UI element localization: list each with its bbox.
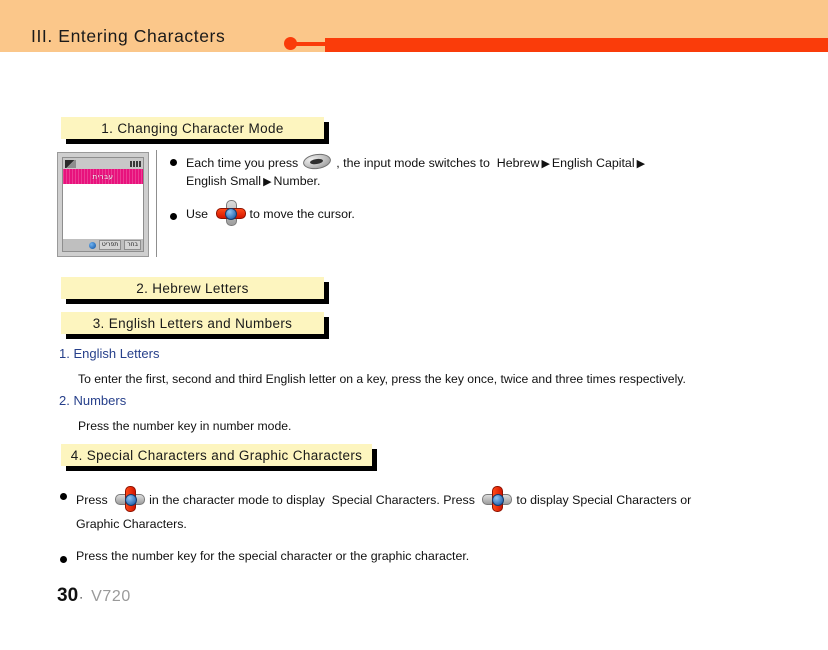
- key-button-icon: [302, 152, 333, 171]
- subheading-english-letters: 1. English Letters: [59, 346, 160, 361]
- header-accent-rule: [325, 38, 828, 52]
- bullet-tail-text: .: [316, 174, 321, 188]
- bullet-text: Use to move the cursor.: [186, 200, 355, 226]
- phone-softkey-bar: תפריט בחר: [63, 239, 143, 251]
- phone-softkey-left: תפריט: [98, 240, 122, 250]
- bullet-text-line2: Graphic Characters.: [76, 517, 187, 531]
- input-mode-hebrew: Hebrew: [496, 156, 540, 170]
- phone-status-bar: [63, 158, 143, 169]
- signal-icon: [65, 159, 76, 168]
- figure-divider: [156, 150, 157, 257]
- dpad-center-button: [491, 493, 504, 506]
- bullet-dot-icon: [60, 556, 67, 563]
- bullet-lead-text: Each time you press: [186, 156, 299, 170]
- section-header-label: 2. Hebrew Letters: [136, 280, 249, 296]
- bullet-after-target-text: . Press: [436, 493, 475, 507]
- footer-model-name: V720: [91, 588, 131, 605]
- bullet-text: Each time you press , the input mode swit…: [186, 152, 647, 175]
- paragraph-english-letters: To enter the first, second and third Eng…: [78, 372, 686, 386]
- footer-page-number: 30: [57, 585, 79, 606]
- header-accent-connector: [291, 41, 331, 46]
- page-footer: 30 · V720: [57, 585, 131, 607]
- phone-title-bar-label: עברית: [92, 172, 114, 181]
- arrow-right-icon: ▶: [636, 158, 646, 170]
- bullet-text: Press in the character mode to display S…: [76, 486, 691, 512]
- navigation-key-icon: [215, 200, 246, 226]
- bullet-dot-icon: [170, 213, 177, 220]
- arrow-right-icon: ▶: [263, 176, 272, 188]
- phone-title-bar: עברית: [63, 169, 143, 184]
- bullet-tail-text: to display Special Characters or: [516, 493, 692, 507]
- dpad-center-button: [225, 207, 237, 220]
- header-accent-dot-icon: [284, 37, 297, 50]
- arrow-right-icon: ▶: [541, 158, 550, 170]
- section-header-changing-character-mode: 1. Changing Character Mode: [61, 117, 324, 139]
- bullet-lead-text: Press: [76, 493, 108, 507]
- bullet-item-special-characters: Press in the character mode to display S…: [60, 486, 800, 512]
- bullet-dot-icon: [60, 493, 67, 500]
- bullet-mid-text: in the character mode to display: [149, 493, 325, 507]
- input-mode-english-small: English Small: [186, 174, 262, 188]
- bullet-lead-text: Use: [186, 207, 209, 221]
- section-header-special-graphic-characters: 4. Special Characters and Graphic Charac…: [61, 444, 372, 466]
- section-header-english-letters-numbers: 3. English Letters and Numbers: [61, 312, 324, 334]
- footer-separator: ·: [79, 590, 84, 604]
- battery-icon: [130, 160, 141, 167]
- bullet-dot-icon: [170, 159, 177, 166]
- input-mode-number: Number: [273, 174, 317, 188]
- subheading-numbers: 2. Numbers: [59, 393, 127, 408]
- bullet-item-number-key: Press the number key for the special cha…: [60, 545, 660, 567]
- bullet-text-line2: English Small ▶ Number.: [186, 174, 320, 188]
- dpad-center-button: [124, 493, 137, 506]
- input-mode-english-capital: English Capital: [551, 156, 635, 170]
- bullet-after-icon-text: , the input mode switches to: [336, 156, 490, 170]
- page-title: III. Entering Characters: [31, 26, 226, 46]
- phone-screenshot-figure: עברית תפריט בחר: [57, 152, 149, 257]
- section-header-label: 1. Changing Character Mode: [101, 120, 284, 136]
- navigation-key-icon: [482, 486, 513, 512]
- target-label-special-characters: Special Characters: [331, 493, 437, 507]
- bullet-text: Press the number key for the special cha…: [76, 549, 470, 563]
- bullet-item-move-cursor: Use to move the cursor.: [170, 200, 590, 226]
- bullet-tail-text: to move the cursor.: [249, 207, 355, 221]
- phone-softkey-right: בחר: [124, 240, 141, 250]
- section-header-label: 3. English Letters and Numbers: [92, 315, 293, 331]
- section-header-label: 4. Special Characters and Graphic Charac…: [70, 447, 363, 463]
- phone-softkey-indicator-icon: [88, 241, 96, 249]
- section-header-hebrew-letters: 2. Hebrew Letters: [61, 277, 324, 299]
- paragraph-numbers: Press the number key in number mode.: [78, 419, 292, 433]
- navigation-key-icon: [115, 486, 146, 512]
- bullet-item-input-mode: Each time you press , the input mode swit…: [170, 152, 810, 175]
- phone-content-area: [63, 184, 143, 239]
- phone-screen: עברית תפריט בחר: [62, 157, 144, 252]
